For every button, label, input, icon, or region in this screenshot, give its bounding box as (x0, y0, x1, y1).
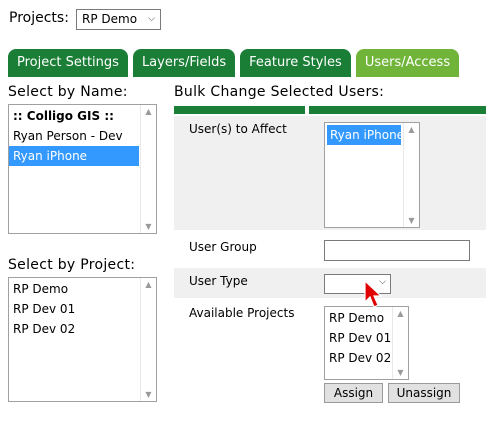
unassign-button[interactable]: Unassign (388, 383, 460, 403)
assign-button[interactable]: Assign (324, 383, 383, 403)
tab-bar: Project Settings Layers/Fields Feature S… (8, 49, 464, 77)
list-item[interactable]: RP Dev 01 (9, 299, 156, 319)
list-item[interactable]: RP Dev 02 (9, 319, 156, 339)
scrollbar[interactable]: ▲ ▼ (140, 278, 156, 401)
scroll-up-icon[interactable]: ▲ (393, 309, 408, 318)
projects-select-value: RP Demo (82, 12, 138, 26)
list-item[interactable]: RP Demo (9, 279, 156, 299)
user-type-label: User Type (189, 274, 248, 288)
header-bar (309, 106, 486, 114)
list-item[interactable]: Ryan iPhone (9, 146, 139, 166)
tab-project-settings[interactable]: Project Settings (8, 49, 128, 77)
available-projects-listbox[interactable]: RP Demo RP Dev 01 RP Dev 02 ▲ ▼ (324, 306, 409, 380)
chevron-down-icon: ⌵ (148, 14, 155, 24)
select-by-project-label: Select by Project: (8, 257, 136, 273)
list-item[interactable]: Ryan iPhone (327, 125, 404, 145)
scroll-down-icon[interactable]: ▼ (393, 368, 408, 377)
list-item[interactable]: Ryan Person - Dev (9, 126, 156, 146)
mouse-cursor-icon (364, 280, 383, 308)
scroll-down-icon[interactable]: ▼ (404, 216, 419, 225)
bulk-change-title: Bulk Change Selected Users: (174, 84, 385, 100)
user-group-input[interactable] (324, 240, 470, 261)
scrollbar[interactable]: ▲ ▼ (140, 105, 156, 233)
projects-label: Projects: (9, 10, 69, 26)
scrollbar[interactable]: ▲ ▼ (392, 307, 408, 379)
header-bar (174, 106, 305, 114)
user-group-label: User Group (189, 240, 257, 254)
select-by-project-listbox[interactable]: RP Demo RP Dev 01 RP Dev 02 ▲ ▼ (8, 277, 157, 402)
projects-select[interactable]: RP Demo ⌵ (76, 9, 161, 30)
scroll-down-icon[interactable]: ▼ (141, 222, 156, 231)
users-to-affect-label: User(s) to Affect (189, 122, 287, 136)
tab-layers-fields[interactable]: Layers/Fields (132, 49, 236, 77)
available-projects-label: Available Projects (189, 306, 295, 320)
select-by-name-listbox[interactable]: :: Colligo GIS :: Ryan Person - Dev Ryan… (8, 104, 157, 234)
scroll-down-icon[interactable]: ▼ (141, 390, 156, 399)
scrollbar[interactable]: ▲ ▼ (403, 123, 419, 227)
users-to-affect-listbox[interactable]: Ryan iPhone ▲ ▼ (324, 122, 420, 228)
scroll-up-icon[interactable]: ▲ (141, 280, 156, 289)
select-by-name-label: Select by Name: (8, 84, 128, 100)
list-item[interactable]: :: Colligo GIS :: (9, 106, 156, 126)
tab-feature-styles[interactable]: Feature Styles (240, 49, 351, 77)
scroll-up-icon[interactable]: ▲ (141, 107, 156, 116)
scroll-up-icon[interactable]: ▲ (404, 125, 419, 134)
tab-users-access[interactable]: Users/Access (355, 49, 460, 77)
